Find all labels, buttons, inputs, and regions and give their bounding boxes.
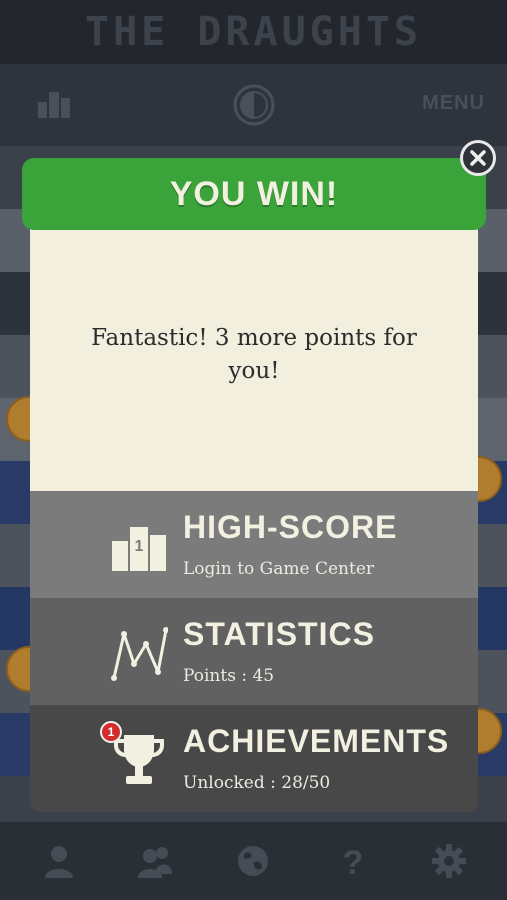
high-score-subtitle: Login to Game Center bbox=[183, 559, 375, 579]
svg-text:1: 1 bbox=[135, 538, 144, 555]
users-icon[interactable] bbox=[138, 844, 172, 878]
svg-text:?: ? bbox=[343, 844, 364, 878]
dialog-title: YOU WIN! bbox=[169, 174, 339, 213]
dialog-body: Fantastic! 3 more points for you! bbox=[30, 218, 478, 492]
close-icon bbox=[470, 150, 486, 166]
globe-icon[interactable] bbox=[236, 844, 270, 878]
help-icon[interactable]: ? bbox=[336, 844, 370, 878]
app-title: THE DRAUGHTS bbox=[85, 9, 422, 55]
title-bar: THE DRAUGHTS bbox=[0, 0, 507, 64]
half-circle-icon[interactable] bbox=[233, 84, 275, 126]
notification-badge: 1 bbox=[100, 721, 122, 743]
high-score-button[interactable]: 1 HIGH-SCORE Login to Game Center bbox=[30, 491, 478, 598]
statistics-label: STATISTICS bbox=[183, 616, 375, 652]
statistics-button[interactable]: STATISTICS Points : 45 bbox=[30, 598, 478, 705]
close-button[interactable] bbox=[460, 140, 496, 176]
achievements-button[interactable]: 1 ACHIEVEMENTS Unlocked : 28/50 bbox=[30, 705, 478, 812]
line-chart-icon bbox=[111, 627, 168, 681]
podium-icon[interactable] bbox=[38, 90, 70, 118]
statistics-subtitle: Points : 45 bbox=[183, 666, 275, 686]
gear-icon[interactable] bbox=[432, 844, 466, 878]
high-score-label: HIGH-SCORE bbox=[183, 509, 398, 545]
achievements-label: ACHIEVEMENTS bbox=[183, 723, 450, 759]
user-icon[interactable] bbox=[42, 844, 76, 878]
dialog-header: YOU WIN! bbox=[22, 158, 486, 230]
achievements-subtitle: Unlocked : 28/50 bbox=[183, 773, 331, 793]
menu-link[interactable]: MENU bbox=[422, 92, 485, 115]
podium-icon: 1 bbox=[112, 527, 166, 571]
dialog-message: Fantastic! 3 more points for you! bbox=[91, 325, 417, 384]
